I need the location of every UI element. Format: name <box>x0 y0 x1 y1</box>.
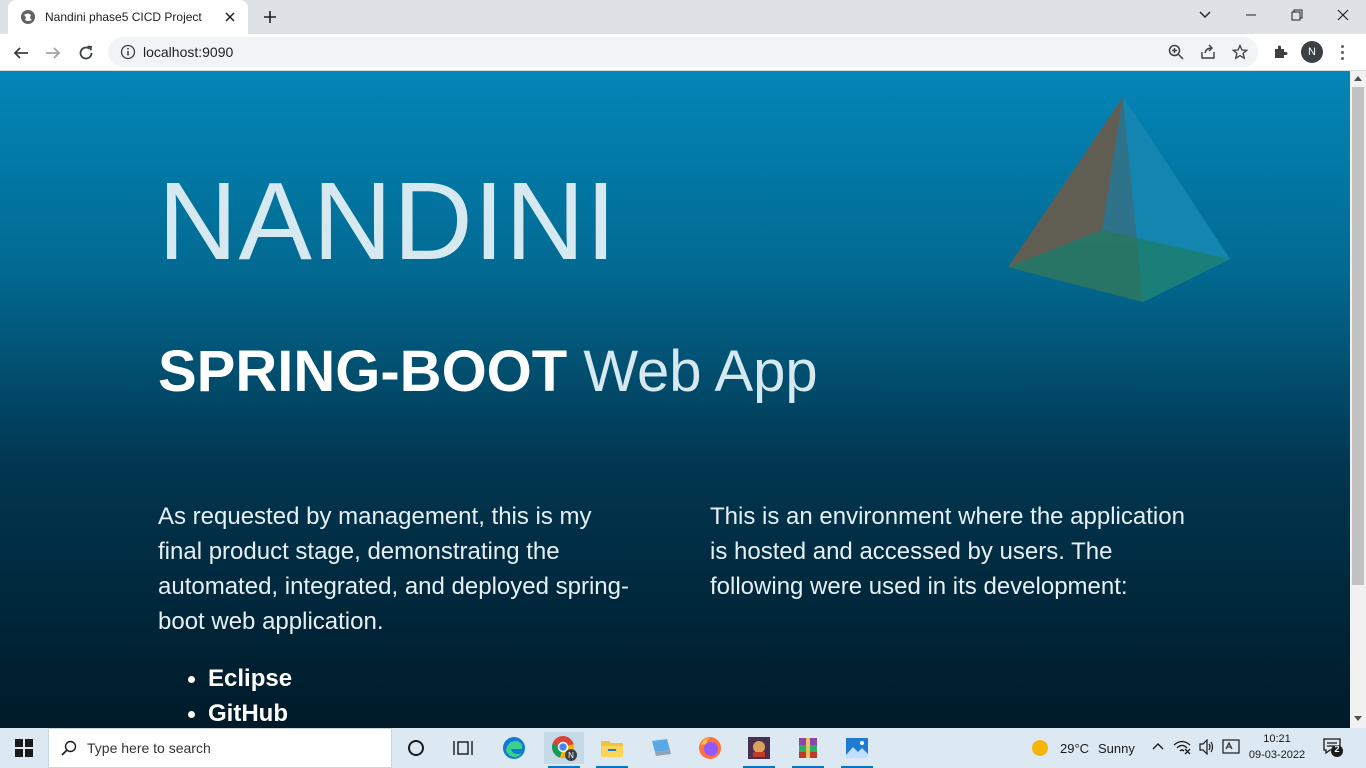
weather-sun-icon[interactable] <box>1031 739 1049 757</box>
jenkins-icon[interactable] <box>739 732 779 768</box>
page-viewport: NANDINI SPRING-BOOT Web App As requested… <box>0 71 1350 728</box>
taskbar-search-box[interactable]: Type here to search <box>48 728 392 768</box>
cortana-icon[interactable] <box>396 732 436 764</box>
scroll-thumb[interactable] <box>1352 87 1364 585</box>
winrar-icon[interactable] <box>788 732 828 768</box>
url-text: localhost:9090 <box>143 44 234 60</box>
bookmark-star-icon[interactable] <box>1229 41 1251 63</box>
windows-taskbar: Type here to search N 29°C Sunny 10:21 0… <box>0 728 1366 768</box>
firefox-icon[interactable] <box>690 732 730 764</box>
chevron-up-icon[interactable] <box>1152 742 1164 750</box>
close-tab-icon[interactable] <box>222 9 238 25</box>
notification-center-icon[interactable]: 2 <box>1322 736 1344 758</box>
intro-paragraph: As requested by management, this is my f… <box>158 503 629 635</box>
site-info-icon[interactable] <box>120 44 136 60</box>
system-clock[interactable]: 10:21 09-03-2022 <box>1244 731 1310 763</box>
restore-button[interactable] <box>1274 0 1320 30</box>
photos-icon[interactable] <box>837 732 877 768</box>
weather-condition[interactable]: Sunny <box>1098 741 1135 756</box>
share-icon[interactable] <box>1197 41 1219 63</box>
svg-text:N: N <box>568 751 574 760</box>
edge-browser-icon[interactable] <box>494 732 534 764</box>
zoom-icon[interactable] <box>1165 41 1187 63</box>
extensions-icon[interactable] <box>1269 41 1291 63</box>
file-explorer-icon[interactable] <box>592 732 632 768</box>
scroll-up-arrow-icon[interactable] <box>1354 76 1362 81</box>
tools-list: Eclipse GitHub <box>187 661 292 728</box>
environment-paragraph: This is an environment where the applica… <box>710 503 1185 600</box>
language-input-icon[interactable] <box>1222 739 1240 755</box>
reload-icon[interactable] <box>73 40 99 66</box>
profile-avatar[interactable]: N <box>1301 41 1323 63</box>
vertical-scrollbar[interactable] <box>1350 71 1366 728</box>
notification-count: 2 <box>1334 744 1340 754</box>
page-subtitle: SPRING-BOOT Web App <box>158 343 818 401</box>
tab-title: Nandini phase5 CICD Project <box>45 10 202 24</box>
this-pc-icon[interactable] <box>641 732 681 764</box>
back-arrow-icon[interactable] <box>8 40 34 66</box>
globe-icon <box>20 9 36 25</box>
subtitle-light-text: Web App <box>583 339 818 404</box>
page-title: NANDINI <box>158 160 618 283</box>
pyramid-logo-icon <box>1008 97 1230 302</box>
list-item: GitHub <box>187 696 292 728</box>
forward-arrow-icon[interactable] <box>40 40 66 66</box>
tab-strip: Nandini phase5 CICD Project <box>0 0 1366 34</box>
network-icon[interactable] <box>1173 739 1191 755</box>
address-bar[interactable]: localhost:9090 <box>108 37 1258 67</box>
task-view-icon[interactable] <box>443 732 483 764</box>
scroll-down-arrow-icon[interactable] <box>1354 716 1362 721</box>
chrome-browser-icon[interactable]: N <box>544 732 584 768</box>
weather-temperature[interactable]: 29°C <box>1060 741 1089 756</box>
windows-start-icon[interactable] <box>0 728 48 768</box>
new-tab-button[interactable] <box>258 6 282 28</box>
clock-date: 09-03-2022 <box>1248 749 1306 761</box>
subtitle-bold-text: SPRING-BOOT <box>158 339 568 404</box>
minimize-button[interactable] <box>1228 0 1274 30</box>
clock-time: 10:21 <box>1263 733 1291 745</box>
tab-search-chevron-icon[interactable] <box>1182 0 1228 30</box>
chrome-menu-icon[interactable] <box>1334 41 1350 63</box>
browser-tab[interactable]: Nandini phase5 CICD Project <box>8 0 248 34</box>
search-icon <box>61 740 77 756</box>
close-window-button[interactable] <box>1320 0 1366 30</box>
browser-toolbar: localhost:9090 N <box>0 34 1366 71</box>
search-placeholder: Type here to search <box>87 740 211 756</box>
volume-icon[interactable] <box>1198 739 1216 755</box>
list-item: Eclipse <box>187 661 292 696</box>
